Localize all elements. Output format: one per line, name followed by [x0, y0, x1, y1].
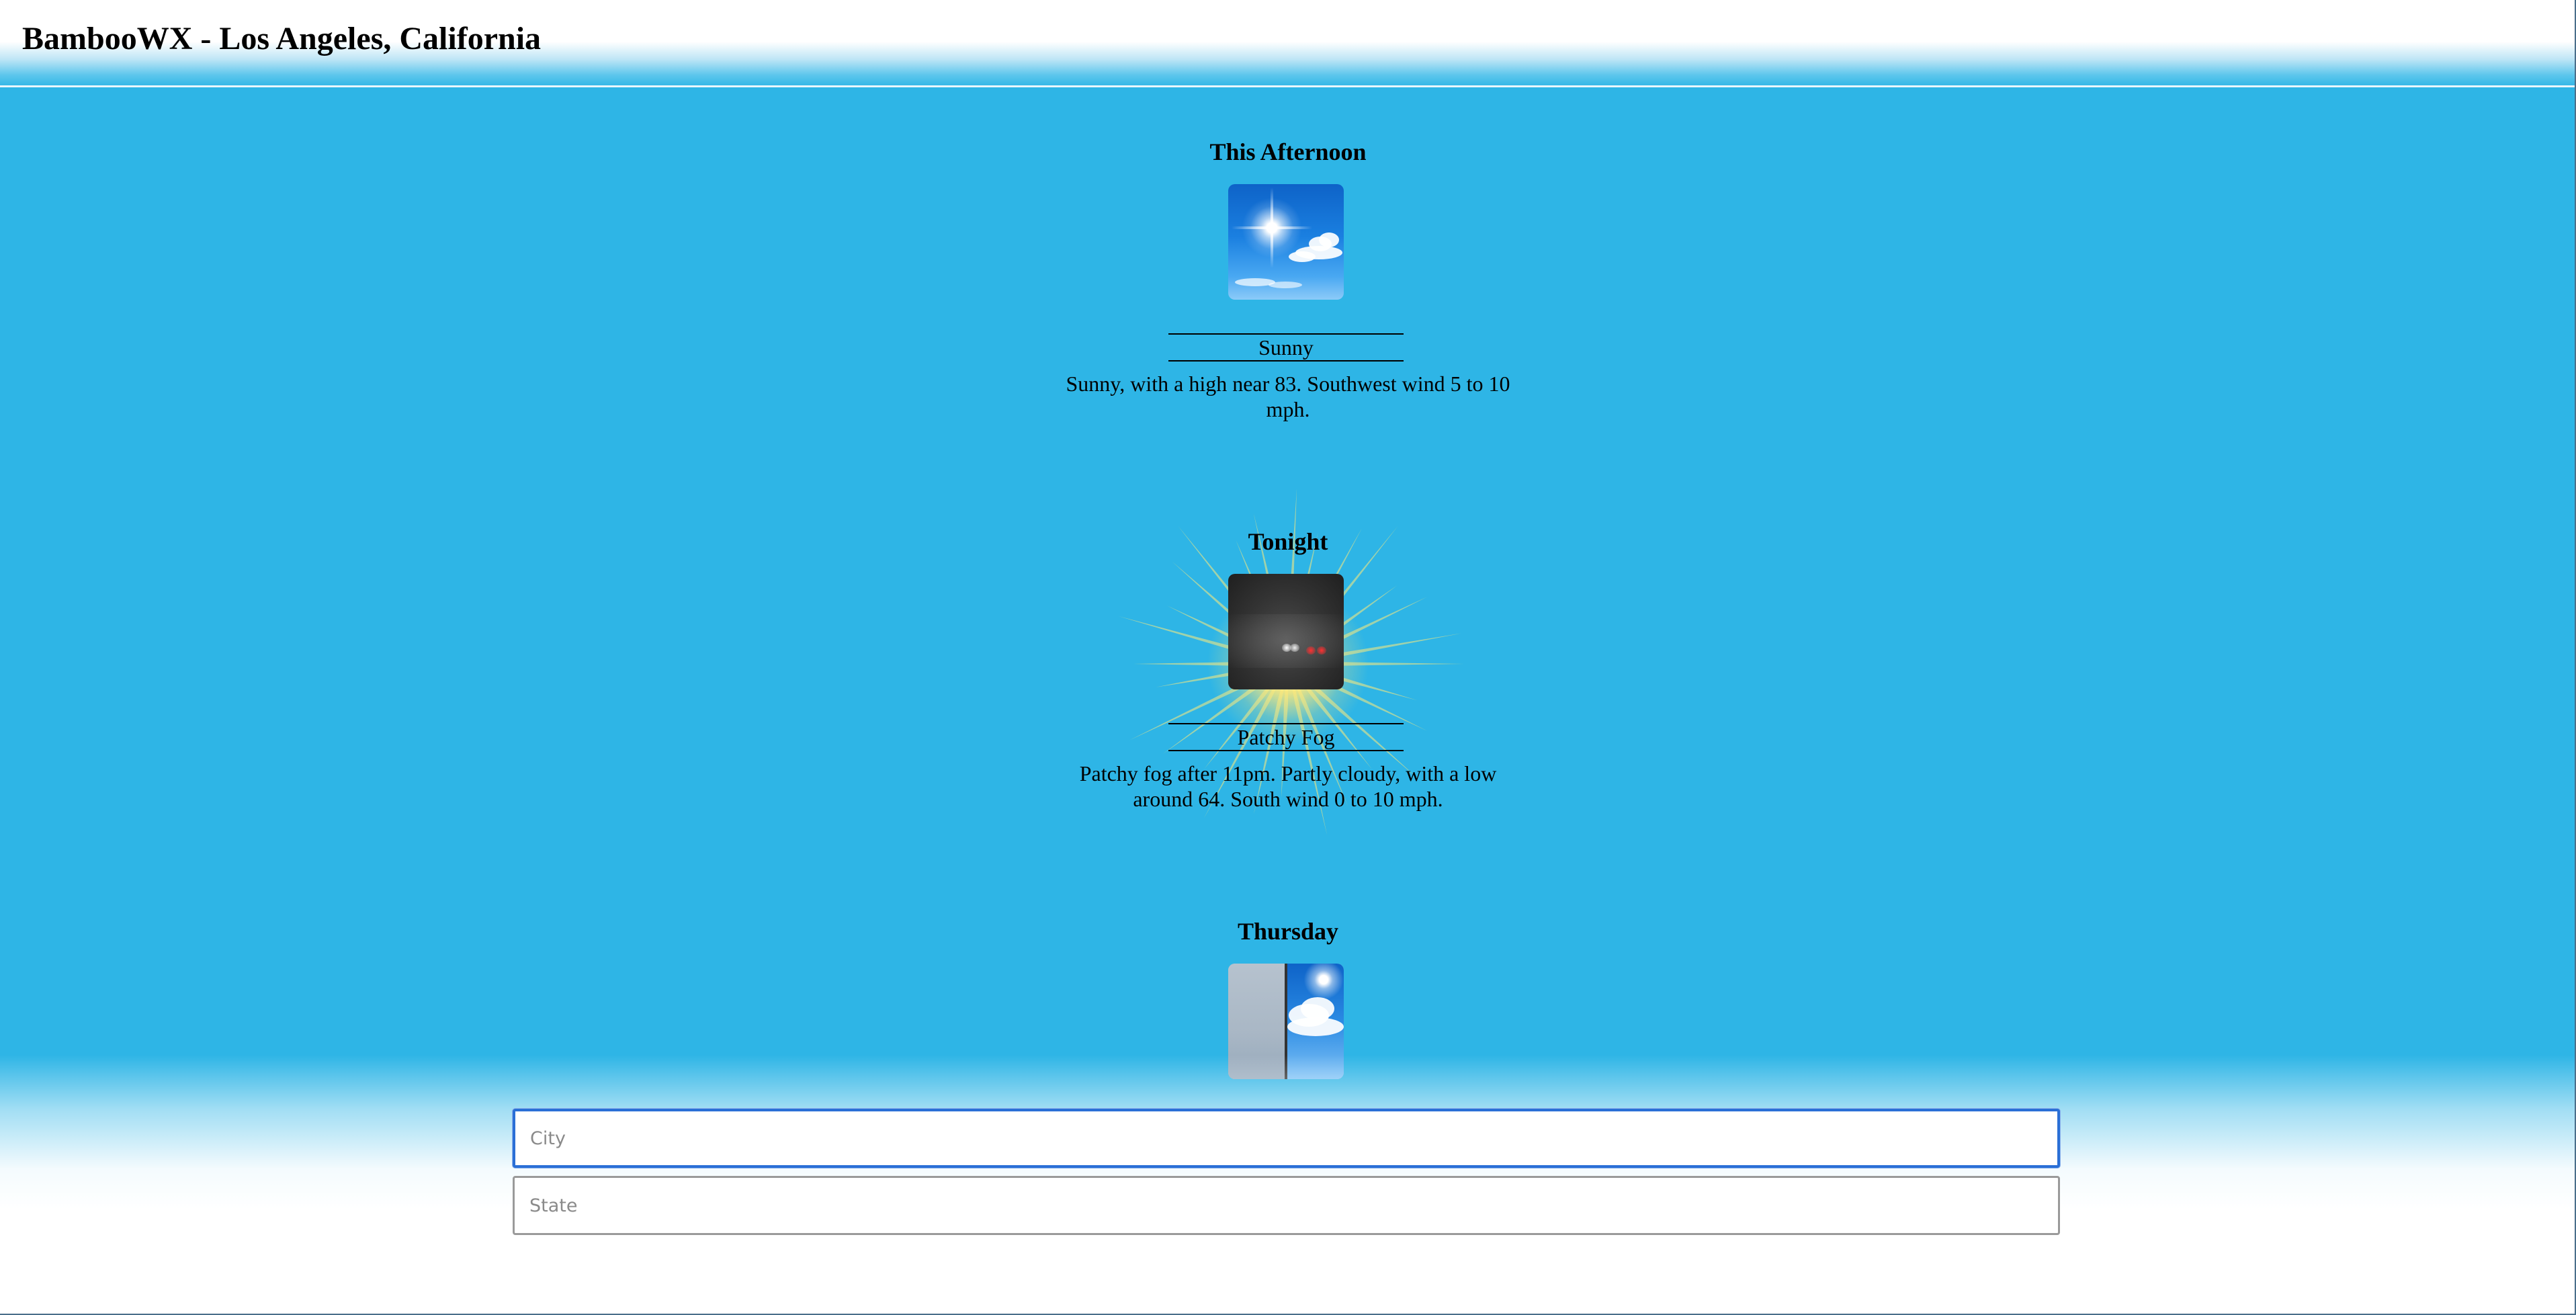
state-input[interactable] [513, 1176, 2060, 1235]
location-search-form [513, 1109, 2060, 1243]
app-header: BambooWX - Los Angeles, California [0, 0, 2576, 87]
period-name: Tonight [1248, 528, 1328, 555]
patchy-fog-icon [1228, 574, 1344, 689]
forecast-period: Tonight Patchy Fog Patchy fog after 11pm… [1053, 525, 1523, 811]
city-input[interactable] [513, 1109, 2060, 1168]
detailed-forecast: Sunny, with a high near 83. Southwest wi… [1066, 372, 1510, 421]
page-title: BambooWX - Los Angeles, California [22, 21, 542, 56]
short-forecast: Patchy Fog [1168, 723, 1404, 751]
detailed-forecast: Patchy fog after 11pm. Partly cloudy, wi… [1079, 761, 1497, 811]
period-name: This Afternoon [1209, 138, 1367, 165]
forecast-period: Thursday [1053, 915, 1523, 1079]
short-forecast: Sunny [1168, 333, 1404, 362]
period-name: Thursday [1237, 918, 1339, 945]
sunny-icon [1228, 184, 1344, 300]
forecast-period: This Afternoon Sunny Sunny, with a high … [1053, 136, 1523, 421]
